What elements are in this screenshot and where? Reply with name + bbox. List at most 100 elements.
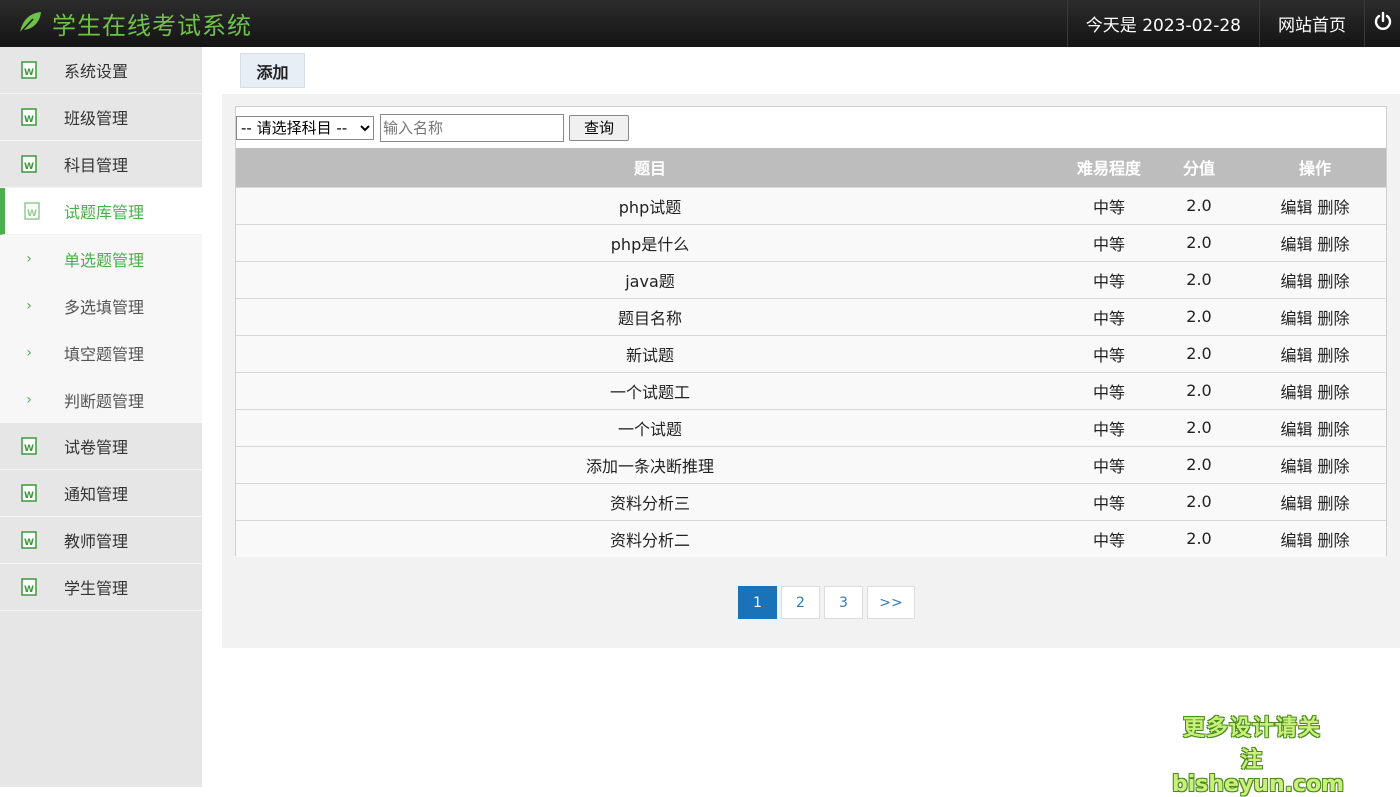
cell-score: 2.0 bbox=[1186, 381, 1212, 400]
cell-score: 2.0 bbox=[1186, 529, 1212, 549]
table-row: 题目名称 中等 2.0 编辑 删除 bbox=[236, 298, 1386, 335]
sidebar-item-label: 试题库管理 bbox=[64, 203, 145, 222]
sidebar-item-label: 教师管理 bbox=[64, 532, 129, 551]
table-row: 一个试题 中等 2.0 编辑 删除 bbox=[236, 409, 1386, 446]
cell-actions: 编辑 删除 bbox=[1244, 520, 1386, 557]
edit-link[interactable]: 编辑 bbox=[1280, 420, 1312, 439]
cell-title: 一个试题工 bbox=[609, 382, 690, 402]
delete-link[interactable]: 删除 bbox=[1318, 494, 1350, 513]
document-icon: W bbox=[0, 437, 64, 455]
content-panel: -- 请选择科目 -- 查询 题目 难易程度 分值 操作 php试题中等 2.0 编… bbox=[222, 94, 1400, 648]
edit-link[interactable]: 编辑 bbox=[1280, 272, 1312, 291]
edit-link[interactable]: 编辑 bbox=[1280, 198, 1312, 217]
table-row: 新试题 中等 2.0 编辑 删除 bbox=[236, 335, 1386, 372]
sidebar-item-label: 试卷管理 bbox=[64, 438, 129, 457]
cell-title: php是什么 bbox=[610, 234, 690, 254]
cell-difficulty: 中等 bbox=[1092, 234, 1125, 254]
sidebar-item-question-bank[interactable]: W 试题库管理 bbox=[0, 188, 202, 235]
sidebar-item-label: 通知管理 bbox=[64, 485, 129, 504]
sidebar-subitem-label: 填空题管理 bbox=[64, 344, 145, 364]
sidebar-item-class-management[interactable]: W 班级管理 bbox=[0, 94, 202, 141]
cell-title: 资料分析三 bbox=[609, 493, 690, 513]
delete-link[interactable]: 删除 bbox=[1318, 272, 1350, 291]
subject-select[interactable]: -- 请选择科目 -- bbox=[236, 115, 374, 140]
sidebar-item-label: 学生管理 bbox=[64, 579, 129, 598]
sidebar-subitem-multi-choice[interactable]: › 多选填管理 bbox=[0, 282, 202, 329]
name-search-input[interactable] bbox=[380, 113, 564, 142]
top-bar: 学生在线考试系统 今天是 2023-02-28 网站首页 bbox=[0, 0, 1400, 47]
page-button-1[interactable]: 1 bbox=[738, 586, 777, 619]
delete-link[interactable]: 删除 bbox=[1318, 346, 1350, 365]
cell-title: 新试题 bbox=[625, 345, 674, 365]
cell-actions: 编辑 删除 bbox=[1244, 409, 1386, 446]
cell-difficulty: 中等 bbox=[1092, 530, 1125, 550]
cell-title: php试题 bbox=[618, 197, 682, 217]
sidebar-item-system-settings[interactable]: W 系统设置 bbox=[0, 47, 202, 94]
svg-text:W: W bbox=[24, 68, 34, 78]
page-button-3[interactable]: 3 bbox=[824, 586, 863, 619]
sidebar-item-teachers[interactable]: W 教师管理 bbox=[0, 517, 202, 564]
sidebar-subitem-single-choice[interactable]: › 单选题管理 bbox=[0, 235, 202, 282]
sidebar-item-label: 系统设置 bbox=[64, 62, 129, 81]
question-list-box: -- 请选择科目 -- 查询 题目 难易程度 分值 操作 php试题中等 2.0 编… bbox=[235, 106, 1387, 619]
cell-title: 添加一条决断推理 bbox=[585, 456, 714, 476]
document-icon: W bbox=[0, 155, 64, 173]
table-row: java题 中等 2.0 编辑 删除 bbox=[236, 261, 1386, 298]
table-header-row: 题目 难易程度 分值 操作 bbox=[236, 148, 1386, 187]
cell-difficulty: 中等 bbox=[1092, 456, 1125, 476]
logout-button[interactable] bbox=[1364, 0, 1400, 47]
cell-score: 2.0 bbox=[1186, 307, 1212, 326]
column-header-difficulty: 难易程度 bbox=[1076, 159, 1141, 179]
leaf-logo-icon bbox=[16, 8, 44, 40]
sidebar: W 系统设置 W 班级管理 W 科目管理 W 试题库管理 › 单选题管理 › 多… bbox=[0, 47, 202, 787]
delete-link[interactable]: 删除 bbox=[1318, 198, 1350, 217]
filter-bar: -- 请选择科目 -- 查询 bbox=[236, 107, 1386, 148]
cell-actions: 编辑 删除 bbox=[1244, 261, 1386, 298]
delete-link[interactable]: 删除 bbox=[1318, 383, 1350, 402]
edit-link[interactable]: 编辑 bbox=[1280, 346, 1312, 365]
edit-link[interactable]: 编辑 bbox=[1280, 531, 1312, 550]
next-page-button[interactable]: >> bbox=[867, 586, 915, 619]
watermark-line-2: bisheyun.com bbox=[1172, 772, 1345, 797]
sidebar-item-students[interactable]: W 学生管理 bbox=[0, 564, 202, 611]
edit-link[interactable]: 编辑 bbox=[1280, 457, 1312, 476]
edit-link[interactable]: 编辑 bbox=[1280, 383, 1312, 402]
cell-score: 2.0 bbox=[1186, 233, 1212, 252]
table-row: 资料分析三 中等 2.0 编辑 删除 bbox=[236, 483, 1386, 520]
cell-difficulty: 中等 bbox=[1092, 419, 1125, 439]
column-header-title: 题目 bbox=[633, 159, 666, 179]
document-icon: W bbox=[0, 578, 64, 596]
cell-score: 2.0 bbox=[1186, 344, 1212, 363]
edit-link[interactable]: 编辑 bbox=[1280, 309, 1312, 328]
table-row: 一个试题工 中等 2.0 编辑 删除 bbox=[236, 372, 1386, 409]
delete-link[interactable]: 删除 bbox=[1318, 235, 1350, 254]
watermark: 更多设计请关注 bisheyun.com bbox=[1172, 710, 1345, 797]
sidebar-item-label: 科目管理 bbox=[64, 156, 129, 175]
svg-text:W: W bbox=[24, 491, 34, 501]
edit-link[interactable]: 编辑 bbox=[1280, 235, 1312, 254]
sidebar-item-notices[interactable]: W 通知管理 bbox=[0, 470, 202, 517]
delete-link[interactable]: 删除 bbox=[1318, 420, 1350, 439]
sidebar-subitem-true-false[interactable]: › 判断题管理 bbox=[0, 376, 202, 423]
delete-link[interactable]: 删除 bbox=[1318, 531, 1350, 550]
page-button-2[interactable]: 2 bbox=[781, 586, 820, 619]
add-button[interactable]: 添加 bbox=[240, 53, 305, 88]
query-button[interactable]: 查询 bbox=[569, 114, 629, 141]
cell-score: 2.0 bbox=[1186, 492, 1212, 511]
sidebar-item-exam-papers[interactable]: W 试卷管理 bbox=[0, 423, 202, 470]
delete-link[interactable]: 删除 bbox=[1318, 309, 1350, 328]
table-row: 添加一条决断推理 中等 2.0 编辑 删除 bbox=[236, 446, 1386, 483]
table-row: php是什么 中等 2.0 编辑 删除 bbox=[236, 224, 1386, 261]
home-link[interactable]: 网站首页 bbox=[1259, 0, 1364, 47]
watermark-line-1: 更多设计请关注 bbox=[1182, 716, 1321, 773]
delete-link[interactable]: 删除 bbox=[1318, 457, 1350, 476]
cell-actions: 编辑 删除 bbox=[1244, 335, 1386, 372]
edit-link[interactable]: 编辑 bbox=[1280, 494, 1312, 513]
cell-difficulty: 中等 bbox=[1092, 382, 1125, 402]
sidebar-subitem-fill-blank[interactable]: › 填空题管理 bbox=[0, 329, 202, 376]
cell-difficulty: 中等 bbox=[1092, 271, 1125, 291]
pagination: 1 2 3 >> bbox=[738, 586, 915, 619]
cell-difficulty: 中等 bbox=[1092, 345, 1125, 365]
svg-text:W: W bbox=[24, 585, 34, 595]
sidebar-item-subject-management[interactable]: W 科目管理 bbox=[0, 141, 202, 188]
